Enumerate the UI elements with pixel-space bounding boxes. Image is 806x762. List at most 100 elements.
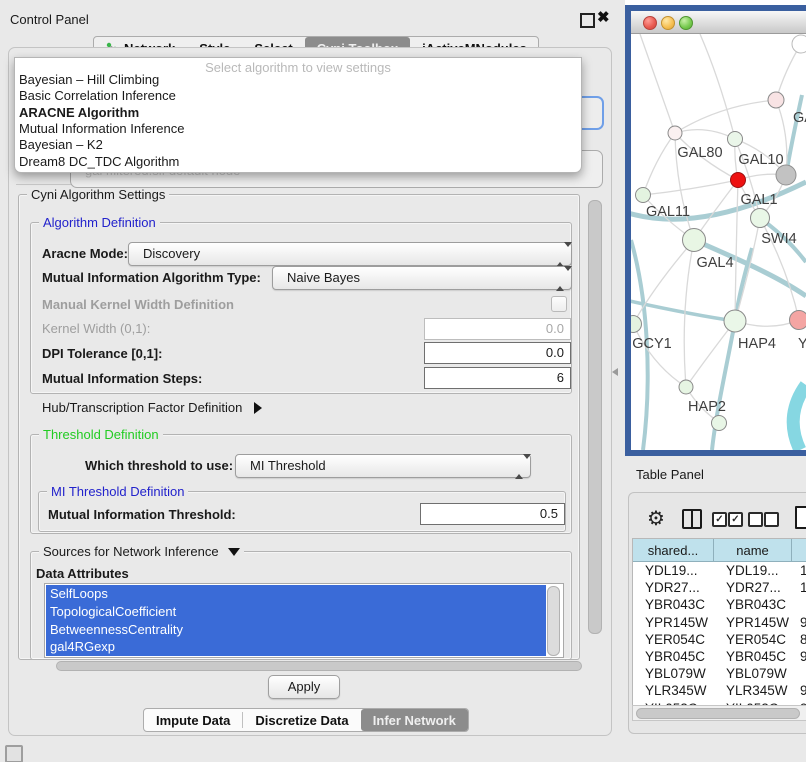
table-row[interactable]: YLR345W YLR345W 9. — [633, 682, 806, 699]
collapse-down-icon — [228, 548, 240, 556]
network-window-titlebar[interactable] — [631, 11, 806, 34]
mi-threshold-field[interactable]: 0.5 — [420, 503, 565, 525]
settings-vertical-scrollbar[interactable] — [588, 200, 602, 634]
network-canvas[interactable]: GAL80 GAL10 GAL1 GAL11 SWI4 GAL4 GCY1 HA… — [631, 34, 806, 450]
hub-transcription-factor-section[interactable]: Hub/Transcription Factor Definition — [42, 400, 262, 415]
node-label: GAL4 — [696, 255, 733, 271]
column-header-shared-name[interactable]: shared... — [633, 539, 714, 562]
node-y-partial[interactable] — [790, 311, 806, 330]
list-item[interactable]: BetweennessCentrality — [46, 621, 546, 639]
apply-button[interactable]: Apply — [268, 675, 340, 699]
table-row[interactable]: YBL079W YBL079W — [633, 665, 806, 682]
mi-steps-field[interactable]: 6 — [424, 367, 571, 389]
kernel-width-label: Kernel Width (0,1): — [42, 321, 150, 336]
node-gal80[interactable] — [668, 126, 682, 140]
aracne-mode-combo[interactable]: Discovery — [128, 242, 572, 266]
expand-right-icon — [254, 402, 262, 414]
manual-kernel-width-checkbox[interactable] — [551, 296, 567, 312]
node-unlabeled[interactable] — [792, 35, 806, 53]
list-item[interactable]: TopologicalCoefficient — [46, 603, 546, 621]
list-item[interactable]: SelfLoops — [46, 585, 546, 603]
node-label: GAL — [793, 110, 806, 126]
table-header-row: shared... name A — [633, 539, 806, 562]
node-gal10[interactable] — [728, 132, 743, 147]
table-hscroll-thumb[interactable] — [636, 708, 800, 719]
table-row[interactable]: YER054C YER054C 8. — [633, 631, 806, 648]
select-all-checked-icon[interactable]: ✓ — [728, 512, 743, 527]
data-attributes-list[interactable]: SelfLoops TopologicalCoefficient Between… — [44, 583, 564, 658]
tab-discretize-data[interactable]: Discretize Data — [243, 709, 360, 731]
node-label: GAL1 — [740, 192, 777, 208]
combo-stepper-icon — [556, 247, 564, 262]
dropdown-item[interactable]: Bayesian – Hill Climbing — [19, 72, 159, 88]
group-title: MI Threshold Definition — [47, 484, 188, 499]
settings-horizontal-scrollbar[interactable] — [56, 661, 582, 671]
select-all-checked-icon[interactable]: ✓ — [712, 512, 727, 527]
table-row[interactable]: YBR043C YBR043C — [633, 596, 806, 613]
table-row[interactable]: YDR27... YDR27... 12 — [633, 579, 806, 596]
which-threshold-combo[interactable]: MI Threshold — [235, 454, 531, 478]
tab-infer-network[interactable]: Infer Network — [361, 709, 468, 731]
group-title[interactable]: Sources for Network Inference — [39, 544, 244, 559]
column-layout-icon[interactable] — [682, 509, 702, 529]
close-panel-icon[interactable]: ✖ — [597, 8, 610, 26]
tab-impute-data[interactable]: Impute Data — [144, 709, 242, 731]
node-gal4[interactable] — [683, 229, 706, 252]
minimized-panel-icon[interactable] — [5, 745, 23, 762]
group-title: Cyni Algorithm Settings — [27, 187, 169, 202]
dropdown-item-selected[interactable]: ARACNE Algorithm — [19, 105, 139, 121]
manual-kernel-width-label: Manual Kernel Width Definition — [42, 297, 234, 312]
dropdown-item[interactable]: Bayesian – K2 — [19, 137, 103, 153]
node-gray[interactable] — [776, 165, 796, 185]
node-swi4[interactable] — [751, 209, 770, 228]
data-attributes-label: Data Attributes — [36, 566, 129, 581]
minimize-window-button[interactable] — [661, 16, 675, 30]
cyni-bottom-tabstrip: Impute Data Discretize Data Infer Networ… — [143, 708, 469, 732]
combo-stepper-icon — [515, 459, 523, 474]
column-header-name[interactable]: name — [714, 539, 792, 562]
dropdown-item[interactable]: Mutual Information Inference — [19, 121, 184, 137]
node-gal-partial[interactable] — [768, 92, 784, 108]
node-hap2[interactable] — [679, 380, 693, 394]
node-label: GAL11 — [646, 204, 690, 220]
mi-steps-label: Mutual Information Steps: — [42, 371, 202, 386]
export-table-file-icon[interactable] — [795, 506, 806, 529]
table-row[interactable]: YPR145W YPR145W 9. — [633, 614, 806, 631]
dropdown-item[interactable]: Basic Correlation Inference — [19, 88, 176, 104]
zoom-window-button[interactable] — [679, 16, 693, 30]
list-item[interactable]: gal4RGexp — [46, 638, 546, 656]
table-row[interactable]: YDL19... YDL19... 13 — [633, 562, 806, 579]
which-threshold-label: Which threshold to use: — [85, 458, 233, 473]
node-label: HAP2 — [688, 399, 726, 415]
algorithm-dropdown-popup: Select algorithm to view settings Bayesi… — [14, 57, 582, 173]
kernel-width-field: 0.0 — [424, 318, 571, 340]
dropdown-item[interactable]: Dream8 DC_TDC Algorithm — [19, 154, 179, 170]
list-vertical-scrollbar[interactable] — [547, 586, 560, 656]
mi-algorithm-type-combo[interactable]: Naive Bayes — [272, 266, 572, 290]
table-row[interactable]: YBR045C YBR045C 9. — [633, 648, 806, 665]
node-hap4[interactable] — [724, 310, 746, 332]
close-window-button[interactable] — [643, 16, 657, 30]
dpi-tolerance-field[interactable]: 0.0 — [424, 342, 571, 364]
control-panel-title: Control Panel — [10, 12, 89, 27]
node-unlabeled[interactable] — [712, 416, 727, 431]
mi-algorithm-type-label: Mutual Information Algorithm Type: — [42, 270, 261, 285]
network-graph: GAL80 GAL10 GAL1 GAL11 SWI4 GAL4 GCY1 HA… — [631, 34, 806, 450]
node-label: GCY1 — [632, 336, 672, 352]
splitter-handle-icon[interactable] — [612, 368, 618, 376]
dpi-tolerance-label: DPI Tolerance [0,1]: — [42, 346, 162, 361]
node-label: Y — [798, 336, 806, 352]
deselect-all-icon[interactable] — [748, 512, 763, 527]
table-settings-gear-icon[interactable]: ⚙ — [647, 506, 665, 531]
deselect-all-icon[interactable] — [764, 512, 779, 527]
table-hscroll-track[interactable] — [632, 705, 806, 721]
node-gal11[interactable] — [636, 188, 651, 203]
column-header-clipped[interactable]: A — [792, 539, 806, 562]
table-panel-title: Table Panel — [636, 467, 704, 482]
node-gcy1[interactable] — [631, 316, 642, 333]
aracne-mode-label: Aracne Mode: — [42, 246, 128, 261]
network-view-window: GAL80 GAL10 GAL1 GAL11 SWI4 GAL4 GCY1 HA… — [625, 5, 806, 456]
float-panel-button[interactable] — [580, 13, 595, 28]
application-root: Control Panel ✖ Network Style Select Cyn… — [0, 0, 806, 762]
node-gal1-selected[interactable] — [731, 173, 746, 188]
